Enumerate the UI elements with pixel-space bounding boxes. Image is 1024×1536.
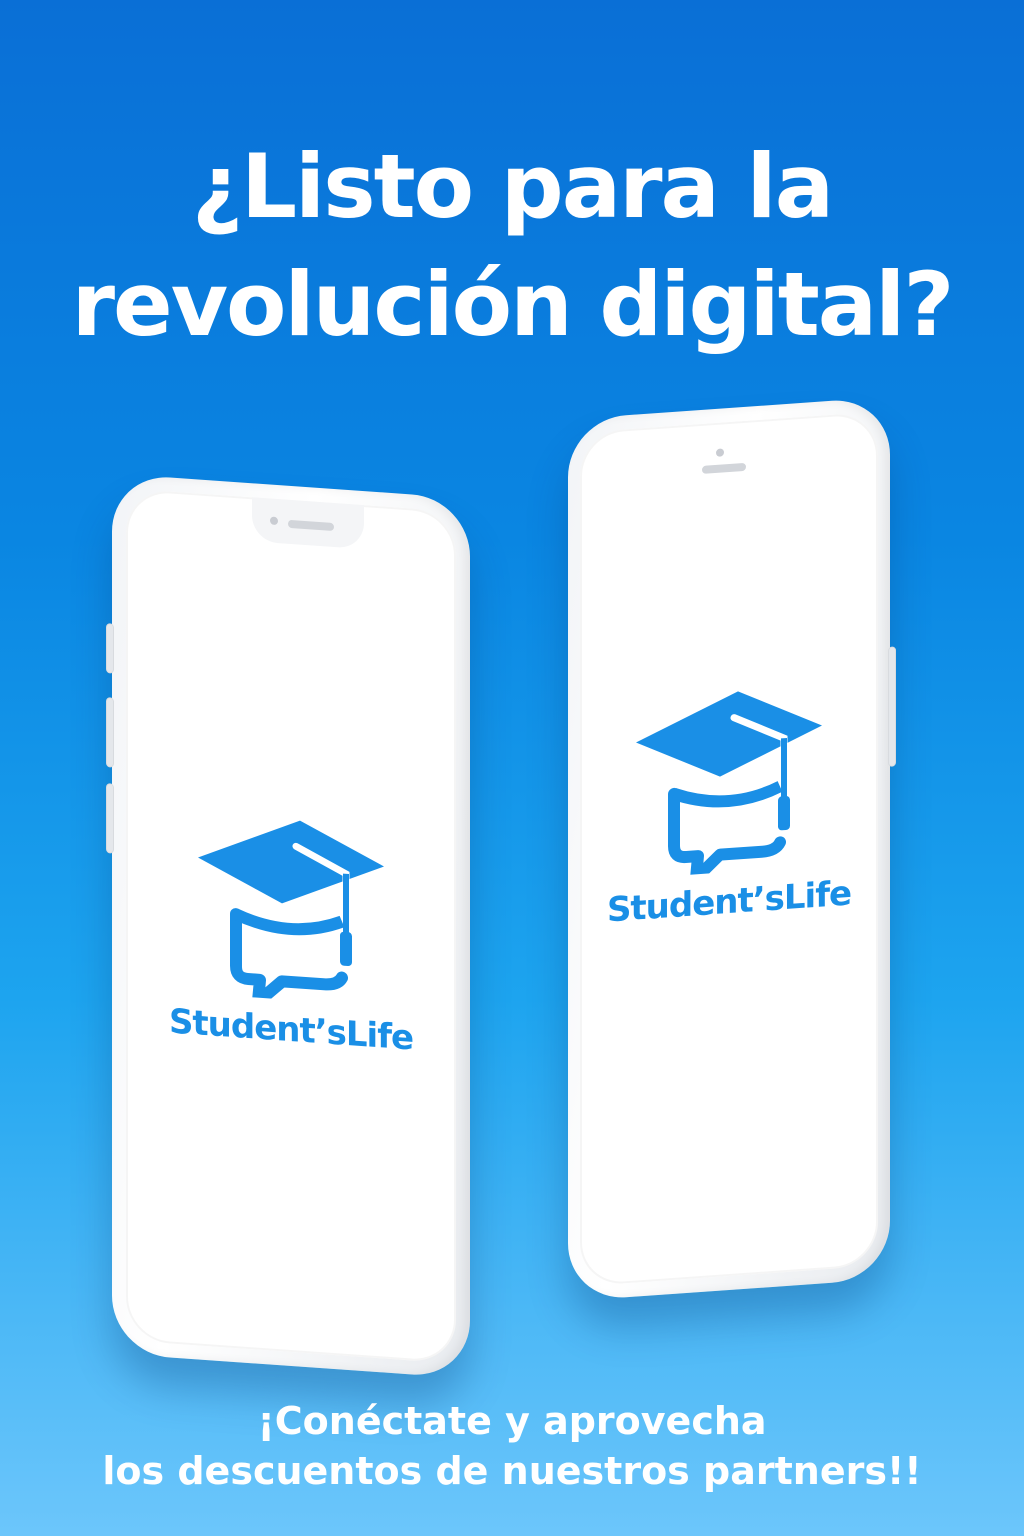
headline: ¿Listo para la revolución digital? bbox=[0, 128, 1024, 364]
camera-dot bbox=[270, 516, 278, 526]
app-logo: Student’sLife bbox=[126, 788, 456, 1061]
phone-side-button bbox=[106, 623, 114, 674]
phone-side-button bbox=[106, 697, 114, 768]
brand-name: Student’sLife bbox=[168, 1001, 414, 1059]
phone-left: Student’sLife bbox=[106, 473, 470, 1379]
tagline: ¡Conéctate y aprovecha los descuentos de… bbox=[0, 1396, 1024, 1496]
phone-side-button bbox=[888, 646, 896, 767]
phone-side-button bbox=[106, 783, 114, 854]
phone-screen: Student’sLife bbox=[580, 411, 878, 1287]
tagline-line-2: los descuentos de nuestros partners!! bbox=[102, 1449, 922, 1493]
graduation-cap-chat-bubble-icon bbox=[198, 820, 384, 1007]
brand-name: Student’sLife bbox=[606, 873, 852, 931]
graduation-cap-chat-bubble-icon bbox=[636, 691, 822, 879]
headline-line-1: ¿Listo para la bbox=[191, 135, 834, 238]
headline-line-2: revolución digital? bbox=[71, 253, 955, 356]
phone-right: Student’sLife bbox=[568, 396, 896, 1302]
tagline-line-1: ¡Conéctate y aprovecha bbox=[257, 1399, 767, 1443]
phone-screen: Student’sLife bbox=[126, 488, 456, 1364]
app-logo: Student’sLife bbox=[580, 662, 878, 933]
